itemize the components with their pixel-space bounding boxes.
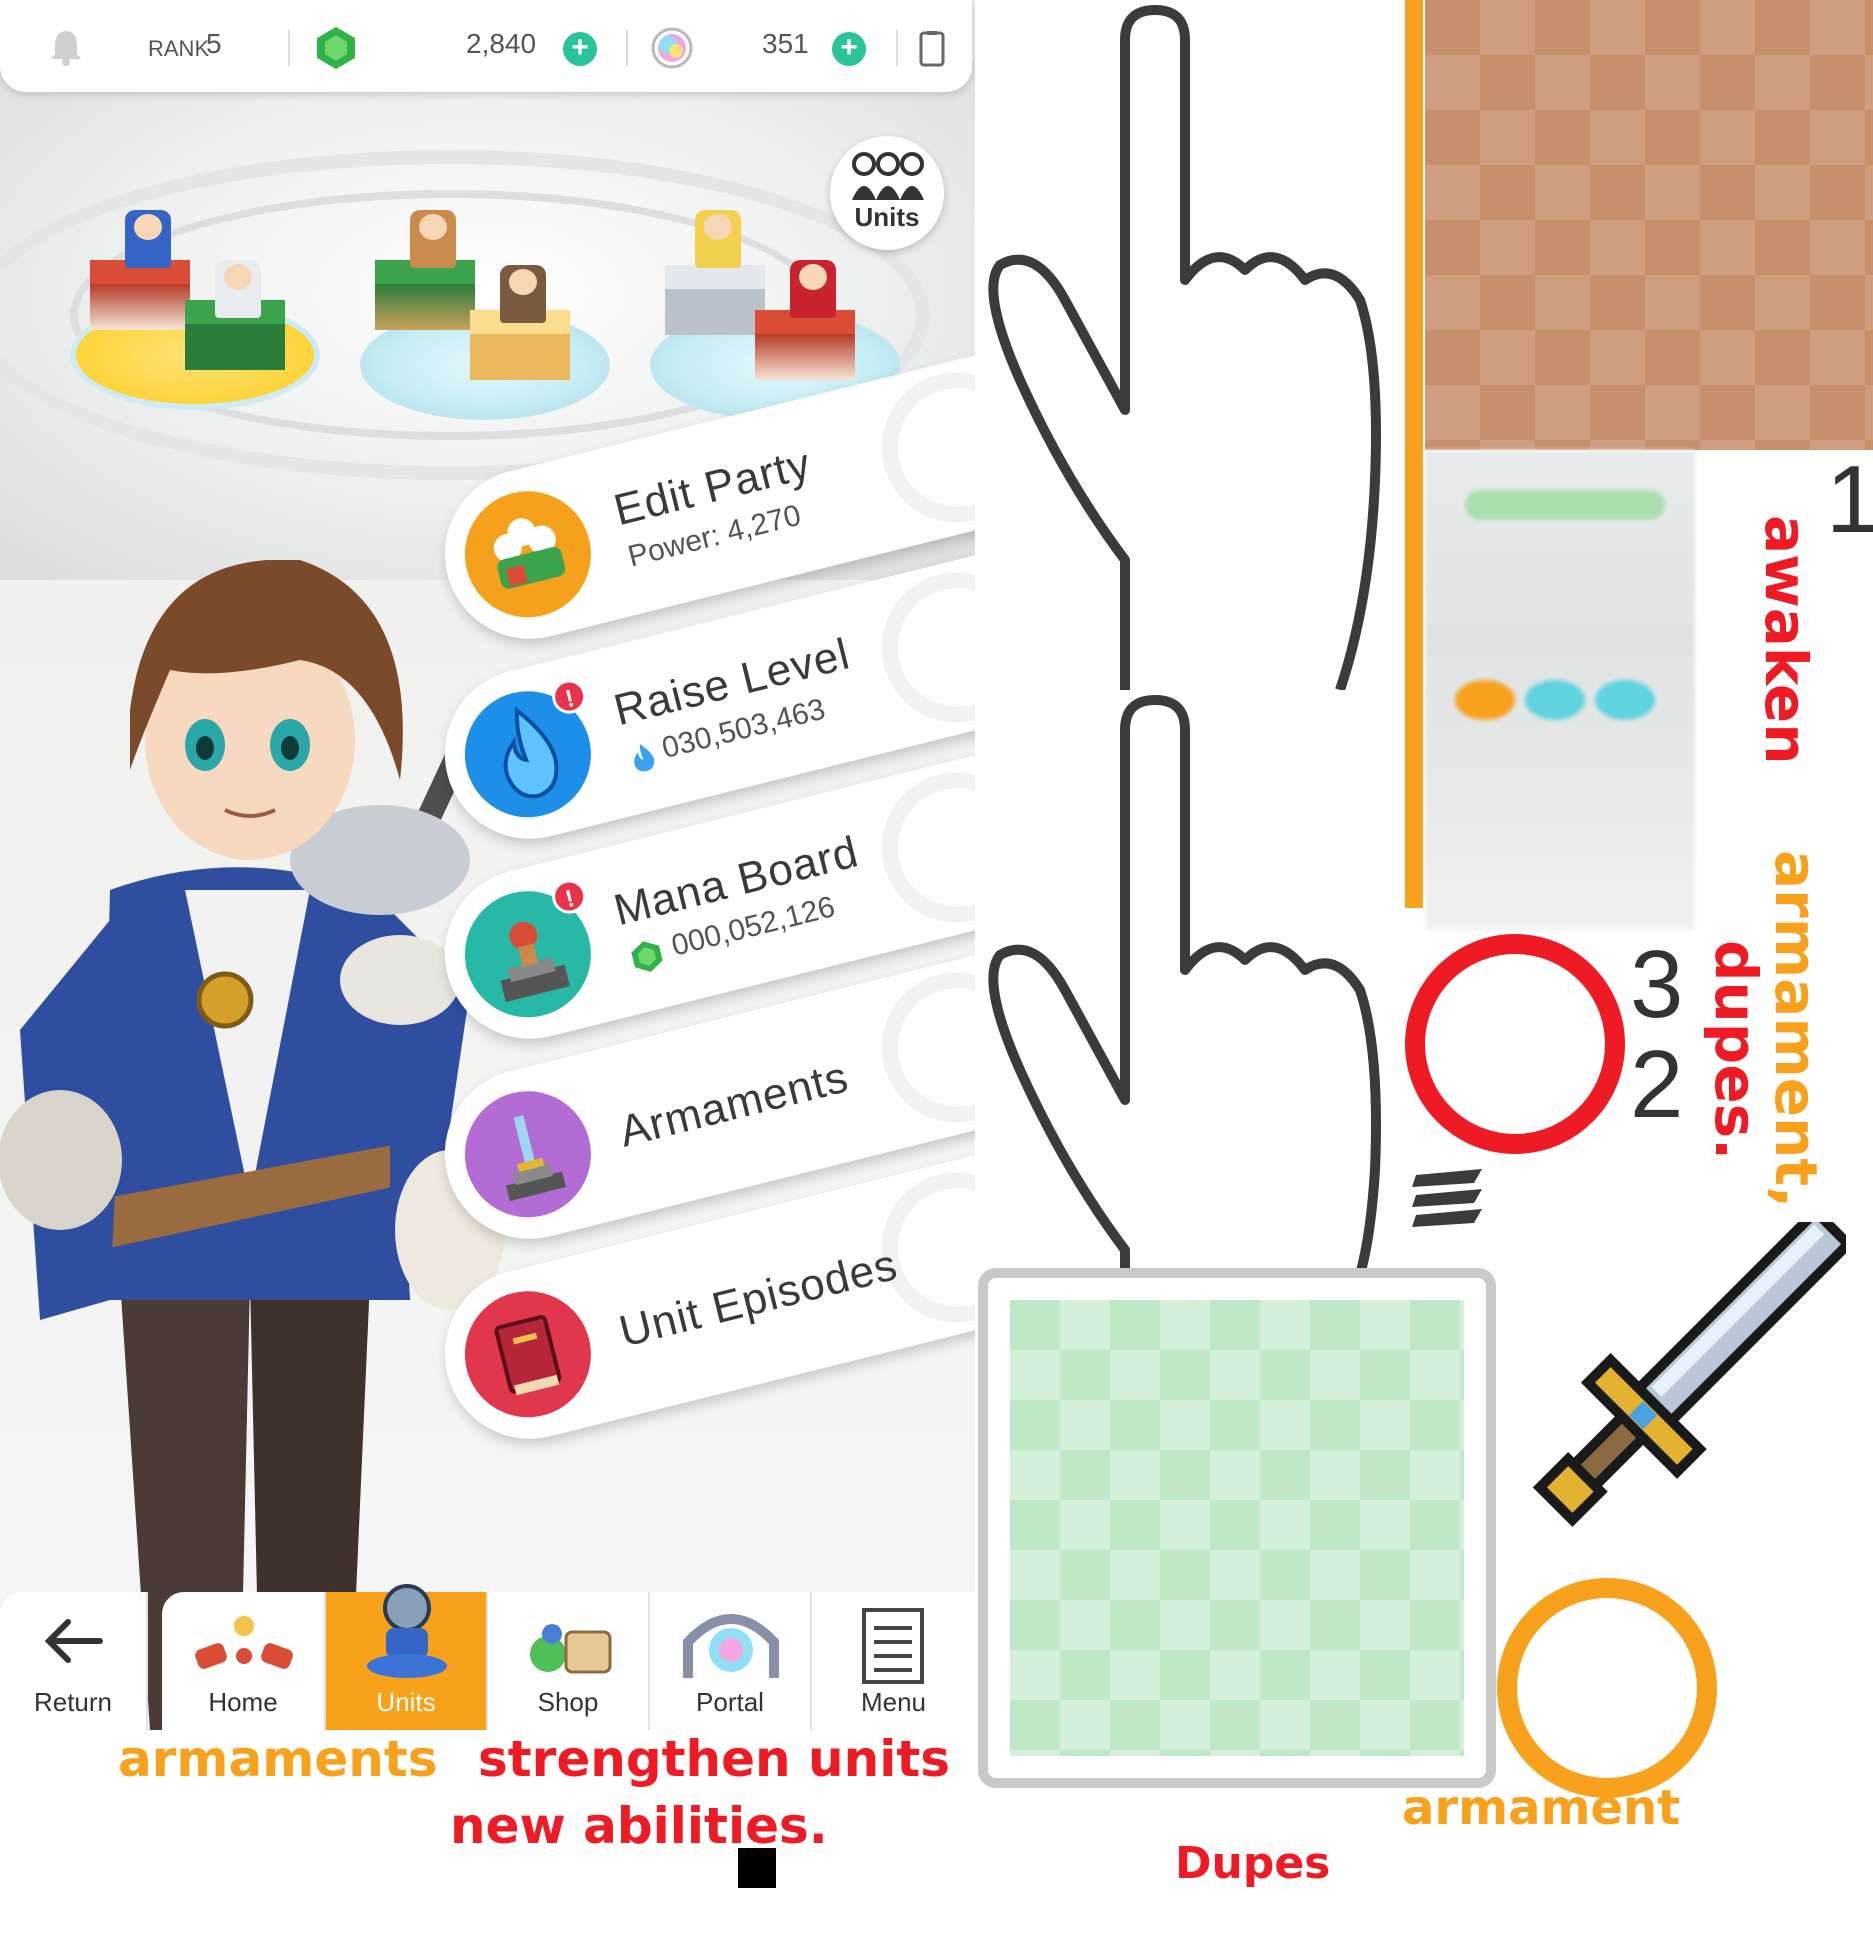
divider: [626, 30, 628, 66]
orb-count: 351: [762, 28, 809, 59]
pixel-sword-icon: [1532, 1222, 1846, 1527]
green-gem-icon: [631, 941, 663, 972]
dupes-card-pattern: [1010, 1300, 1464, 1756]
unit-sprite[interactable]: [125, 210, 171, 268]
pointing-hand-icon: [988, 695, 1381, 1290]
nav-label: Home: [208, 1687, 278, 1717]
divider: [896, 30, 898, 66]
glitch-block: [738, 1848, 776, 1888]
caption-dupes: Dupes: [1175, 1838, 1331, 1889]
bottom-navigation: Return Home Units Shop Portal Menu: [0, 1584, 975, 1730]
flame-currency-icon: [634, 743, 655, 772]
unit-sprite[interactable]: [500, 265, 546, 323]
menu-item-title: Armaments: [614, 1052, 854, 1157]
unit-sprite[interactable]: [790, 260, 836, 318]
green-gem-icon: [317, 27, 355, 69]
orange-circle-marker: [1497, 1578, 1717, 1798]
unit-block: [375, 260, 475, 330]
unit-menu-list: Edit Party Power: 4,270 ! Raise Level 03…: [426, 346, 975, 1580]
unit-block: [755, 310, 855, 380]
unit-sprite[interactable]: [215, 260, 261, 318]
blurred-arena-thumbnail: [1425, 450, 1695, 930]
caption-awaken: awaken: [1752, 515, 1820, 765]
caption-strengthen-units: strengthen units: [478, 1730, 951, 1788]
shop-icon: [530, 1624, 612, 1674]
units-group-icon: [852, 152, 924, 200]
bell-icon[interactable]: [48, 28, 84, 66]
divider: [288, 30, 290, 66]
step-number-1: 1: [1826, 446, 1873, 553]
nav-label: Shop: [537, 1687, 599, 1717]
top-status-bar: RANK 5 2,840 + 351 +: [0, 0, 972, 92]
nav-home-button[interactable]: Home: [162, 1592, 326, 1730]
decorative-emblem: [865, 756, 975, 939]
stack-layers-icon: [1412, 1169, 1482, 1227]
nav-portal-button[interactable]: Portal: [650, 1592, 812, 1730]
step-number-2: 2: [1630, 1031, 1684, 1138]
unit-sprite[interactable]: [695, 210, 741, 268]
back-arrow-icon: [44, 1619, 103, 1663]
caption-new-abilities: new abilities.: [450, 1797, 828, 1855]
hero-character-portrait: [0, 560, 505, 1730]
party-icon: [451, 477, 605, 631]
bronze-card-pattern: [1425, 0, 1873, 450]
pointing-hand-icon: [988, 5, 1381, 690]
caption-dupes-vertical: dupes.: [1702, 940, 1770, 1161]
unit-block: [665, 265, 765, 335]
nav-menu-button[interactable]: Menu: [812, 1592, 975, 1730]
red-circle-marker: [1405, 934, 1625, 1154]
decorative-emblem: [865, 356, 975, 539]
menu-list-icon: [862, 1608, 924, 1684]
game-screen: RANK 5 2,840 + 351 + Units Edit Party Po…: [0, 0, 975, 1730]
rainbow-orb-icon: [651, 27, 693, 69]
menu-item-title: Unit Episodes: [614, 1240, 903, 1357]
units-button-label: Units: [854, 202, 920, 232]
rank-label: RANK: [148, 36, 210, 61]
units-button[interactable]: Units: [830, 136, 944, 250]
unit-sprite[interactable]: [410, 210, 456, 268]
phone-icon[interactable]: [918, 30, 946, 68]
step-number-3: 3: [1630, 931, 1684, 1038]
nav-label: Return: [33, 1687, 113, 1717]
orange-accent-bar: [1405, 0, 1423, 908]
units-avatar-icon: [367, 1584, 447, 1678]
book-icon: [451, 1277, 605, 1431]
decorative-emblem: [865, 956, 975, 1139]
caption-armament: armament: [1402, 1780, 1681, 1836]
nav-label: Units: [376, 1687, 436, 1717]
rank-value: 5: [206, 28, 222, 59]
dupes-card[interactable]: [978, 1268, 1496, 1788]
nav-shop-button[interactable]: Shop: [488, 1592, 650, 1730]
nav-return-button[interactable]: Return: [0, 1592, 148, 1730]
nav-units-button[interactable]: Units: [326, 1584, 488, 1730]
portal-icon: [683, 1614, 779, 1678]
caption-armaments: armaments: [118, 1730, 438, 1788]
unit-block: [90, 260, 190, 330]
nav-label: Menu: [860, 1687, 927, 1717]
add-gems-button[interactable]: +: [563, 32, 597, 66]
add-orbs-button[interactable]: +: [832, 32, 866, 66]
nav-label: Portal: [696, 1687, 764, 1717]
caption-armament-comma: armament,: [1762, 850, 1830, 1209]
sword-icon: [451, 1077, 605, 1231]
decorative-emblem: [865, 556, 975, 739]
home-icon: [195, 1616, 293, 1669]
gem-count: 2,840: [466, 28, 537, 59]
